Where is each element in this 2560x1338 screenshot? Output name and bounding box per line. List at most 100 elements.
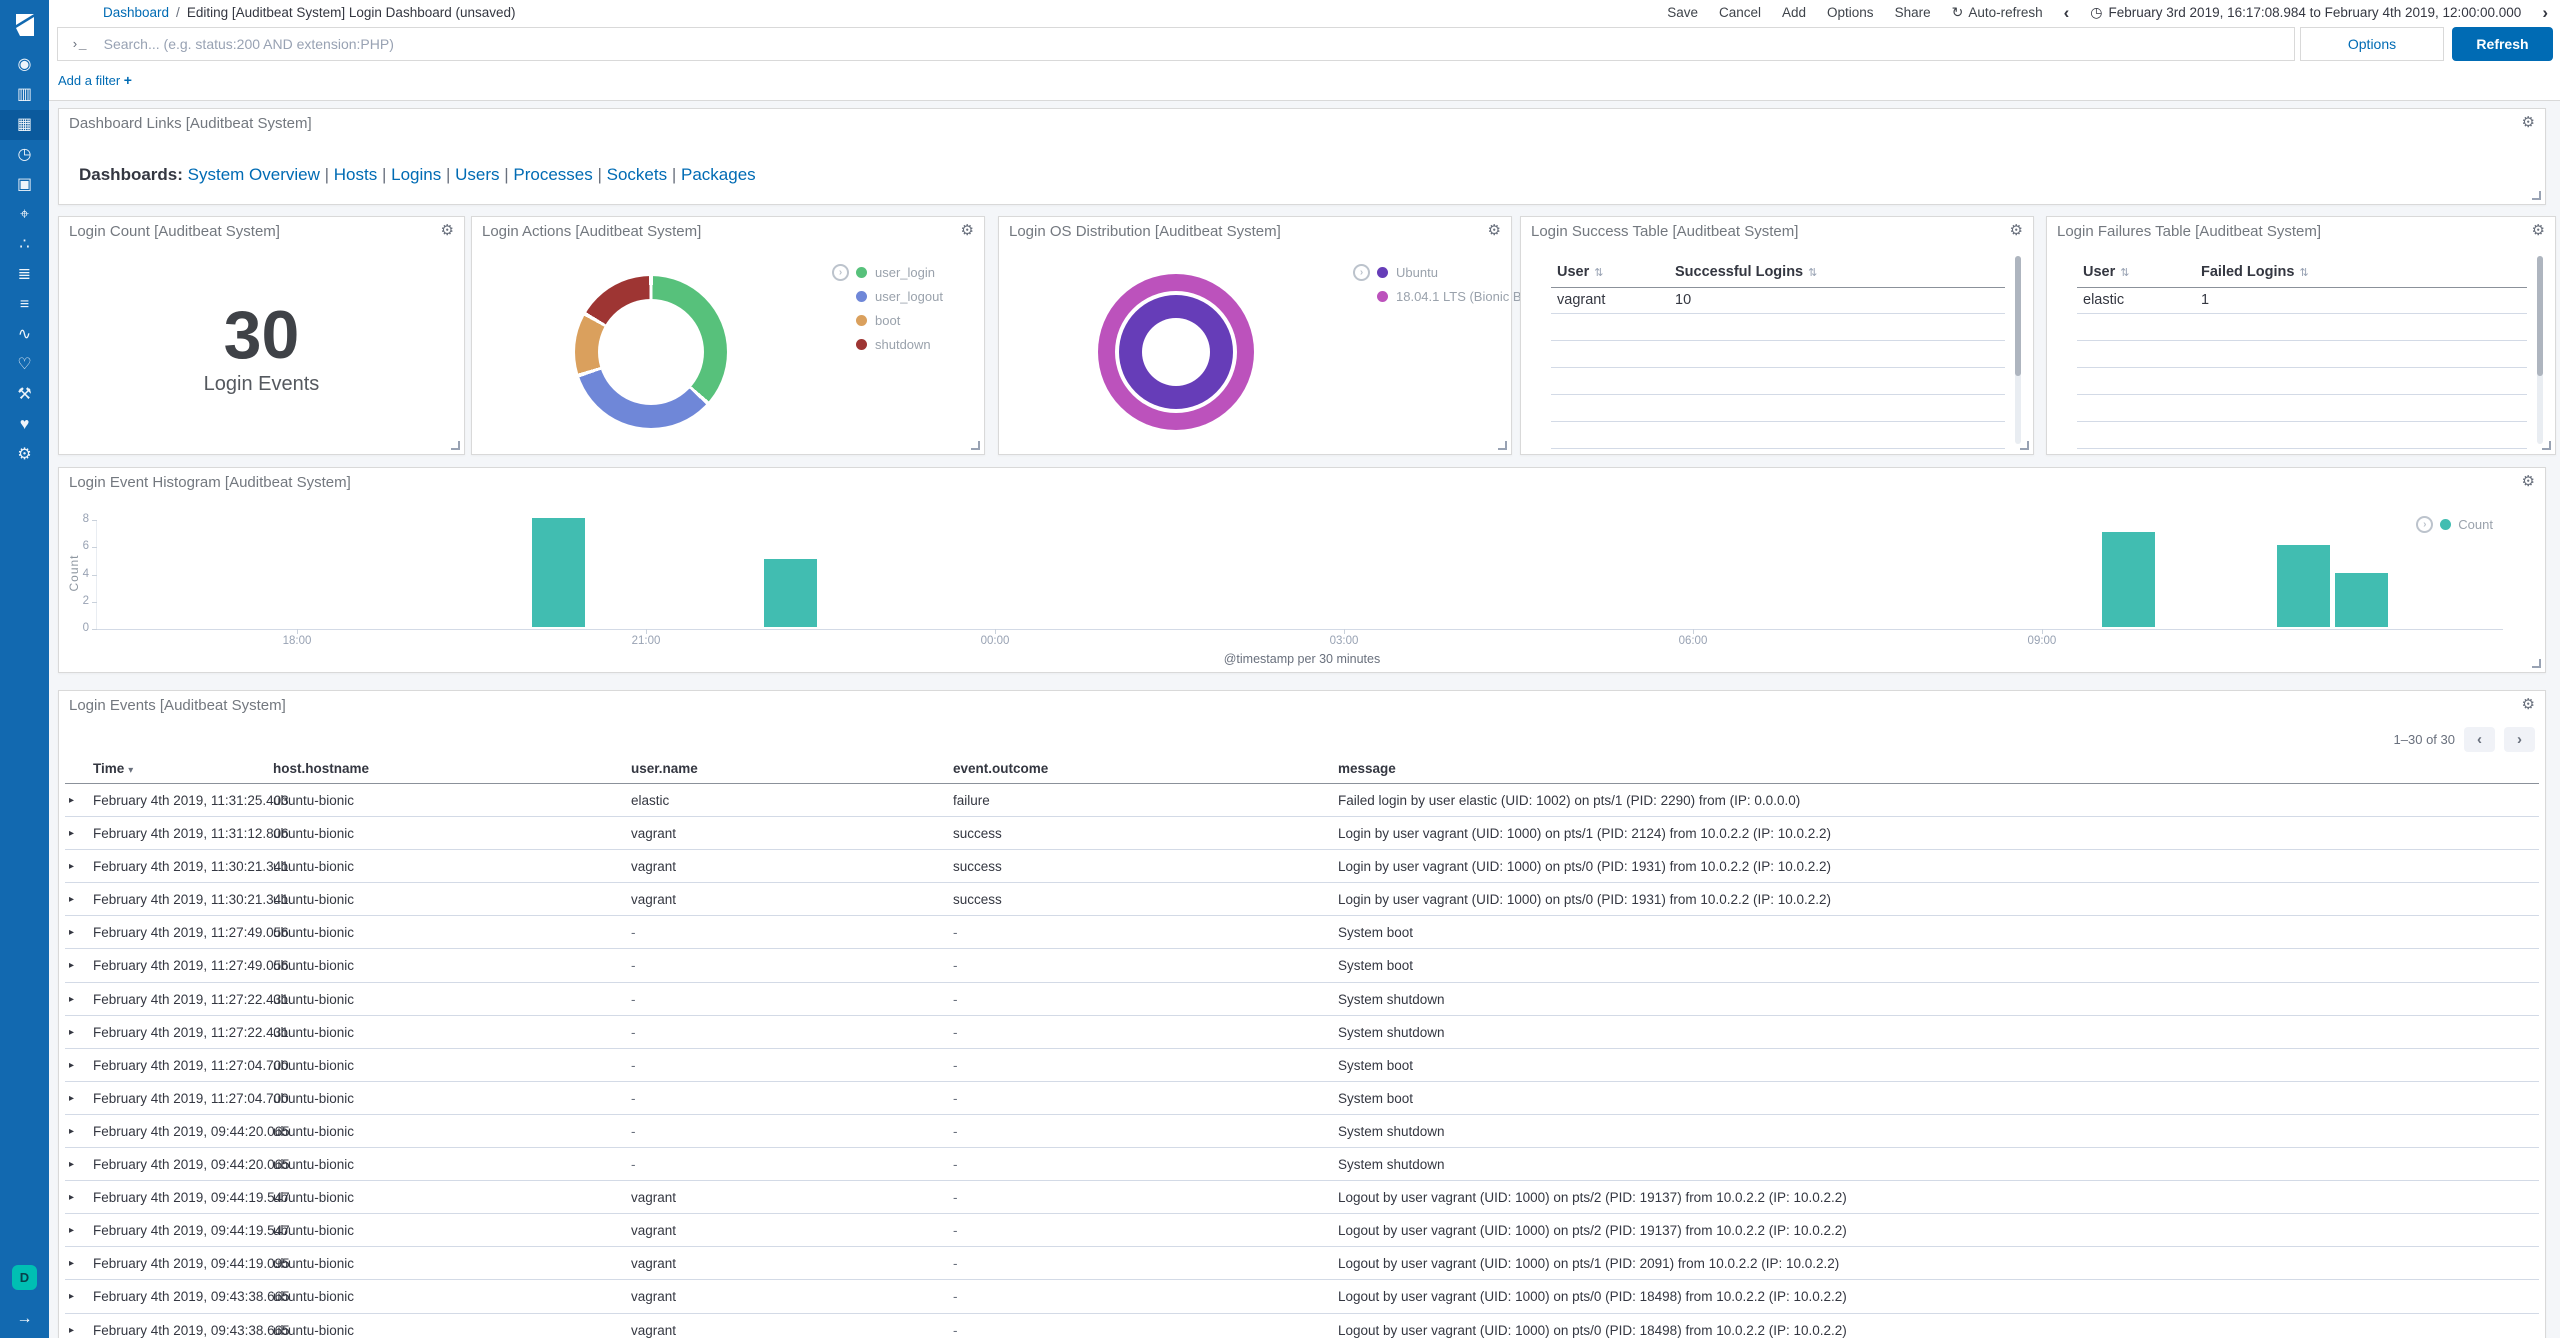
legend-item[interactable]: shutdown [856,337,943,351]
resize-handle[interactable] [2532,191,2541,200]
sidebar-item-canvas[interactable]: ▣ [0,170,49,200]
options-button[interactable]: Options [1827,5,1874,20]
expand-row-icon[interactable]: ▸ [69,1181,74,1214]
event-row[interactable]: ▸February 4th 2019, 11:27:49.056ubuntu-b… [65,949,2539,982]
dashboard-link[interactable]: Sockets [607,165,667,184]
refresh-button[interactable]: Refresh [2452,27,2553,61]
dashboard-link[interactable]: Users [455,165,499,184]
sidebar-item-management[interactable]: ⚙ [0,440,49,470]
event-row[interactable]: ▸February 4th 2019, 11:27:49.056ubuntu-b… [65,916,2539,949]
cancel-button[interactable]: Cancel [1719,5,1761,20]
expand-row-icon[interactable]: ▸ [69,1115,74,1148]
event-row[interactable]: ▸February 4th 2019, 11:30:21.341ubuntu-b… [65,850,2539,883]
event-row[interactable]: ▸February 4th 2019, 11:27:22.431ubuntu-b… [65,983,2539,1016]
sidebar-item-maps[interactable]: ⌖ [0,200,49,230]
event-row[interactable]: ▸February 4th 2019, 11:30:21.341ubuntu-b… [65,883,2539,916]
gear-icon[interactable]: ⚙ [2532,223,2545,238]
breadcrumb-dashboard-link[interactable]: Dashboard [103,5,169,20]
expand-row-icon[interactable]: ▸ [69,916,74,949]
column-header-message[interactable]: message [1338,757,1396,781]
legend-item[interactable]: user_logout [856,289,943,303]
search-input[interactable]: ›_ Search... (e.g. status:200 AND extens… [57,27,2295,61]
resize-handle[interactable] [2532,659,2541,668]
column-header-outcome[interactable]: event.outcome [953,757,1048,781]
donut-chart[interactable] [1098,274,1254,430]
column-header-user[interactable]: User⇅ [1557,261,1603,284]
space-badge[interactable]: D [12,1265,37,1290]
expand-row-icon[interactable]: ▸ [69,1214,74,1247]
expand-row-icon[interactable]: ▸ [69,1049,74,1082]
column-header-hostname[interactable]: host.hostname [273,757,369,781]
legend-item[interactable]: boot [856,313,943,327]
sidebar-item-uptime[interactable]: ♡ [0,350,49,380]
sidebar-item-infrastructure[interactable]: ≣ [0,260,49,290]
histogram-bar[interactable] [764,559,817,627]
resize-handle[interactable] [971,441,980,450]
dashboard-link[interactable]: Logins [391,165,441,184]
sidebar-item-apm[interactable]: ∿ [0,320,49,350]
histogram-bar[interactable] [2335,573,2388,628]
auto-refresh-button[interactable]: ↻ Auto-refresh [1952,4,2043,21]
expand-row-icon[interactable]: ▸ [69,817,74,850]
expand-row-icon[interactable]: ▸ [69,1016,74,1049]
resize-handle[interactable] [2542,441,2551,450]
gear-icon[interactable]: ⚙ [2522,115,2535,130]
legend-item[interactable]: user_login [856,265,943,279]
event-row[interactable]: ▸February 4th 2019, 09:44:20.065ubuntu-b… [65,1148,2539,1181]
histogram-bar[interactable] [2277,545,2330,627]
event-row[interactable]: ▸February 4th 2019, 09:44:19.547ubuntu-b… [65,1214,2539,1247]
legend-expand-icon[interactable]: › [832,264,849,281]
sidebar-item-machine-learning[interactable]: ∴ [0,230,49,260]
expand-row-icon[interactable]: ▸ [69,1082,74,1115]
time-forward-icon[interactable]: › [2542,4,2548,21]
legend-expand-icon[interactable]: › [1353,264,1370,281]
table-row[interactable]: elastic1 [2077,287,2527,314]
table-row[interactable]: vagrant10 [1551,287,2005,314]
event-row[interactable]: ▸February 4th 2019, 09:44:19.095ubuntu-b… [65,1247,2539,1280]
sidebar-item-dev-tools[interactable]: ⚒ [0,380,49,410]
event-row[interactable]: ▸February 4th 2019, 09:43:38.665ubuntu-b… [65,1314,2539,1338]
add-button[interactable]: Add [1782,5,1806,20]
resize-handle[interactable] [2020,441,2029,450]
event-row[interactable]: ▸February 4th 2019, 11:27:04.700ubuntu-b… [65,1082,2539,1115]
event-row[interactable]: ▸February 4th 2019, 09:43:38.665ubuntu-b… [65,1280,2539,1313]
previous-page-button[interactable]: ‹ [2464,727,2495,752]
add-filter-link[interactable]: Add a filter + [58,72,132,88]
event-row[interactable]: ▸February 4th 2019, 09:44:20.065ubuntu-b… [65,1115,2539,1148]
dashboard-link[interactable]: Hosts [334,165,377,184]
expand-row-icon[interactable]: ▸ [69,883,74,916]
expand-row-icon[interactable]: ▸ [69,949,74,982]
dashboard-link[interactable]: Processes [513,165,592,184]
dashboard-link[interactable]: System Overview [188,165,320,184]
legend-expand-icon[interactable]: › [2416,516,2433,533]
save-button[interactable]: Save [1667,5,1698,20]
event-row[interactable]: ▸February 4th 2019, 11:27:04.700ubuntu-b… [65,1049,2539,1082]
sidebar-collapse-icon[interactable]: → [0,1310,49,1328]
expand-row-icon[interactable]: ▸ [69,1148,74,1181]
share-button[interactable]: Share [1895,5,1931,20]
sidebar-item-timelion[interactable]: ◷ [0,140,49,170]
column-header-time[interactable]: Time▾ [93,757,133,783]
legend-item[interactable]: Ubuntu [1377,265,1532,279]
expand-row-icon[interactable]: ▸ [69,850,74,883]
query-options-button[interactable]: Options [2300,27,2444,61]
legend-label[interactable]: Count [2458,517,2493,532]
expand-row-icon[interactable]: ▸ [69,1314,74,1338]
column-header-user[interactable]: User⇅ [2083,261,2129,284]
gear-icon[interactable]: ⚙ [2010,223,2023,238]
expand-row-icon[interactable]: ▸ [69,1247,74,1280]
time-range-picker[interactable]: ◷ February 3rd 2019, 16:17:08.984 to Feb… [2090,4,2521,21]
time-back-icon[interactable]: ‹ [2064,4,2070,21]
kibana-logo[interactable] [0,0,49,49]
gear-icon[interactable]: ⚙ [1488,223,1501,238]
expand-row-icon[interactable]: ▸ [69,784,74,817]
gear-icon[interactable]: ⚙ [441,223,454,238]
histogram-bar[interactable] [532,518,585,627]
column-header-successful-logins[interactable]: Successful Logins⇅ [1675,261,1817,284]
resize-handle[interactable] [451,441,460,450]
dashboard-link[interactable]: Packages [681,165,756,184]
donut-chart[interactable] [575,276,727,428]
event-row[interactable]: ▸February 4th 2019, 11:31:12.806ubuntu-b… [65,817,2539,850]
scrollbar-thumb[interactable] [2015,256,2021,376]
legend-item[interactable]: 18.04.1 LTS (Bionic B... [1377,289,1532,303]
